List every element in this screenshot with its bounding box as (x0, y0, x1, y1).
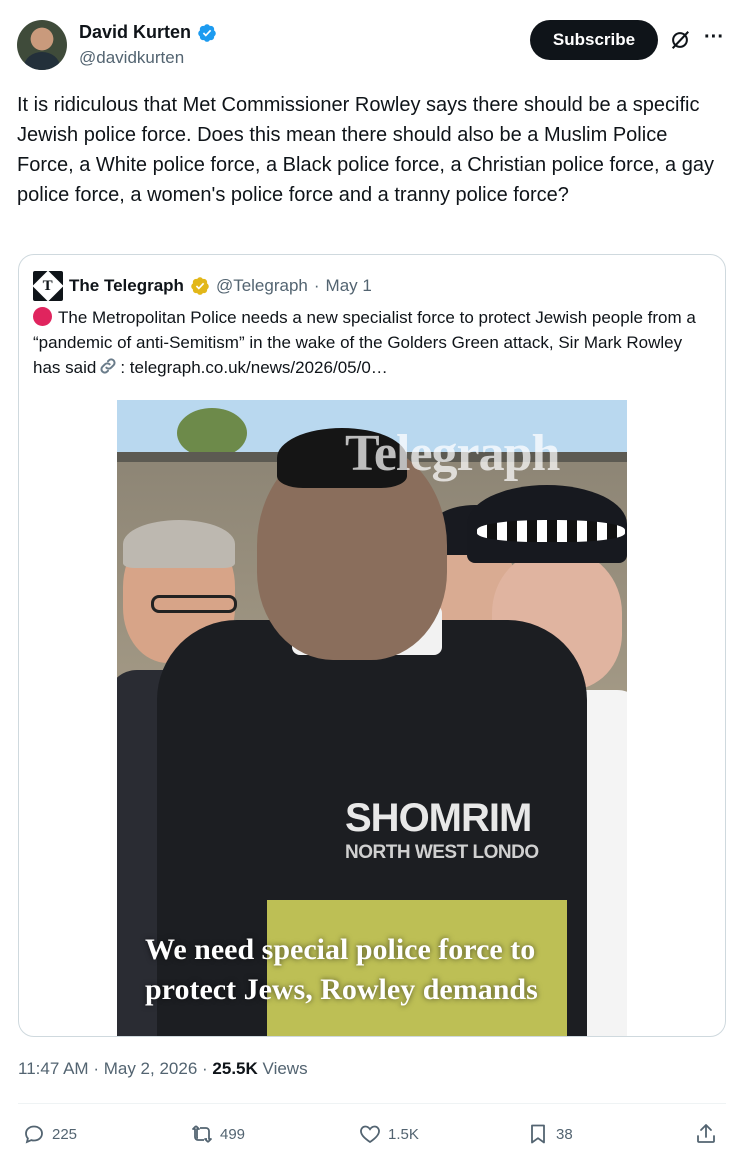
quoted-tweet-text: The Metropolitan Police needs a new spec… (33, 305, 713, 380)
quoted-author-name[interactable]: The Telegraph (69, 276, 184, 296)
bookmark-count: 38 (556, 1125, 573, 1143)
image-left-person-hair (123, 520, 235, 568)
views-label: Views (262, 1059, 308, 1078)
tweet-meta: 11:47 AM · May 2, 2026 · 25.5K Views (18, 1059, 308, 1079)
tweet-date[interactable]: May 2, 2026 (104, 1059, 198, 1078)
repost-button[interactable]: 499 (190, 1118, 245, 1150)
divider (18, 1103, 726, 1104)
share-button[interactable] (694, 1118, 718, 1150)
reply-count: 225 (52, 1125, 78, 1143)
like-button[interactable]: 1.5K (358, 1118, 419, 1150)
image-glasses (151, 595, 237, 613)
quoted-separator: · (313, 276, 320, 295)
grok-icon[interactable] (669, 29, 691, 51)
tweet-text: It is ridiculous that Met Commissioner R… (17, 94, 714, 206)
verified-badge-icon (198, 23, 216, 42)
heart-icon (360, 1125, 380, 1144)
link-icon (100, 358, 116, 374)
quoted-tweet-header: T The Telegraph @Telegraph · May 1 (32, 270, 372, 302)
more-options-icon[interactable]: ··· (701, 26, 727, 50)
subscribe-button[interactable]: Subscribe (530, 20, 658, 60)
image-tree (177, 408, 247, 458)
gold-verified-badge-icon (191, 277, 209, 295)
repost-icon (192, 1125, 212, 1143)
quoted-tweet-image[interactable]: SHOMRIM NORTH WEST LONDO Telegraph We ne… (117, 400, 627, 1036)
reply-button[interactable]: 225 (22, 1118, 77, 1150)
image-vest-subtext: NORTH WEST LONDO (345, 842, 539, 863)
views-count: 25.5K (212, 1059, 258, 1078)
quoted-author-handle[interactable]: @Telegraph (216, 276, 308, 296)
image-watermark: Telegraph (345, 425, 560, 482)
author-display-name[interactable]: David Kurten (79, 22, 191, 43)
repost-count: 499 (220, 1125, 246, 1143)
bookmark-button[interactable]: 38 (526, 1118, 573, 1150)
image-vest-text: SHOMRIM (345, 796, 532, 840)
meta-separator: · (93, 1059, 99, 1078)
bookmark-icon (531, 1124, 545, 1144)
red-circle-icon (33, 307, 52, 326)
author-handle[interactable]: @davidkurten (79, 48, 184, 68)
telegraph-logo-icon[interactable]: T (32, 270, 64, 302)
image-cap-band (477, 520, 625, 542)
like-count: 1.5K (388, 1125, 419, 1143)
quoted-text-link[interactable]: : telegraph.co.uk/news/2026/05/0… (120, 358, 387, 377)
tweet-time[interactable]: 11:47 AM (18, 1059, 89, 1078)
author-avatar[interactable] (17, 20, 67, 70)
author-name-row: David Kurten (79, 22, 217, 43)
meta-separator: · (202, 1059, 208, 1078)
image-headline: We need special police force to protect … (145, 933, 538, 1006)
reply-icon (25, 1125, 43, 1144)
quoted-date[interactable]: May 1 (326, 276, 372, 296)
share-icon (697, 1124, 715, 1143)
tweet-header: David Kurten @davidkurten Subscribe ··· (17, 18, 727, 74)
quoted-tweet[interactable]: T The Telegraph @Telegraph · May 1 The M… (18, 254, 726, 1037)
action-bar: 225 499 1.5K 38 (18, 1118, 726, 1150)
